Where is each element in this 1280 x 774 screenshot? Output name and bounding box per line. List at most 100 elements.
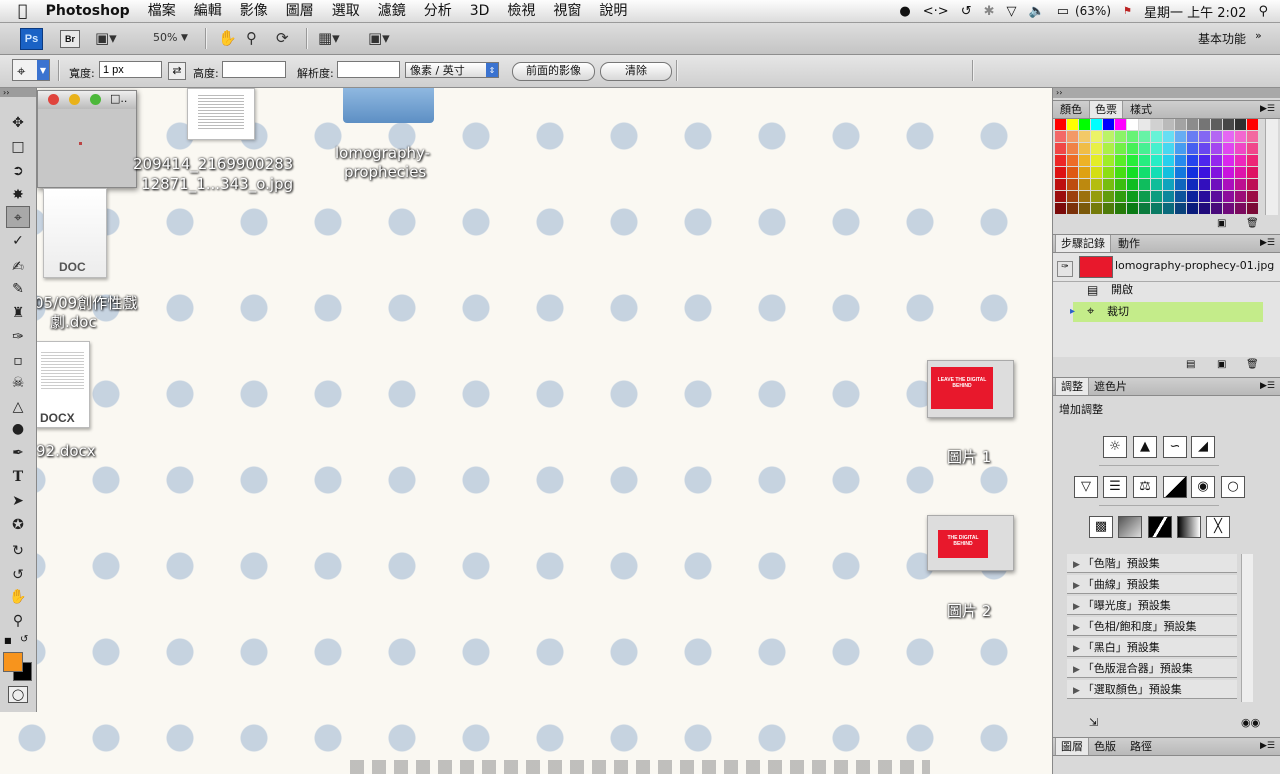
color-swatch[interactable] (1127, 191, 1138, 202)
input-flag-icon[interactable]: ⚑ (1117, 6, 1138, 17)
color-swatch[interactable] (1211, 179, 1222, 190)
color-swatch[interactable] (1187, 203, 1198, 214)
screen-mode-icon[interactable]: ▣▾ (95, 29, 117, 47)
color-swatch[interactable] (1235, 203, 1246, 214)
tab-paths[interactable]: 路徑 (1125, 738, 1157, 755)
color-swatch[interactable] (1235, 143, 1246, 154)
color-swatch[interactable] (1091, 179, 1102, 190)
preset-selective-color[interactable]: ▶ 「選取顏色」預設集 (1067, 680, 1237, 699)
color-swatch[interactable] (1115, 131, 1126, 142)
quick-mask-icon[interactable]: ◯ (8, 686, 28, 703)
color-swatch[interactable] (1091, 143, 1102, 154)
color-swatch[interactable] (1103, 131, 1114, 142)
wifi-icon[interactable]: ▽ (1001, 4, 1023, 19)
color-swatch[interactable] (1199, 179, 1210, 190)
menu-edit[interactable]: 編輯 (185, 0, 231, 22)
screenshot-label-2[interactable]: 圖片 2 (947, 600, 991, 621)
file-label-doc-line1[interactable]: 05/09創作性戲 (34, 292, 137, 313)
app-menu[interactable]: Photoshop (37, 0, 139, 22)
hand-tool-icon[interactable]: ✋ (218, 29, 237, 47)
color-swatch[interactable] (1151, 131, 1162, 142)
color-swatch[interactable] (1127, 203, 1138, 214)
arrange-documents-icon[interactable]: ▦▾ (318, 29, 340, 47)
preset-hue-saturation[interactable]: ▶ 「色相/飽和度」預設集 (1067, 617, 1237, 636)
channel-mixer-icon[interactable]: ○ (1221, 476, 1245, 498)
color-swatch[interactable] (1103, 143, 1114, 154)
history-brush-tool-icon[interactable]: ✑ (6, 326, 30, 348)
color-swatch[interactable] (1151, 143, 1162, 154)
levels-icon[interactable]: ▲ (1133, 436, 1157, 458)
3d-orbit-tool-icon[interactable]: ↺ (6, 564, 30, 586)
color-swatch[interactable] (1103, 203, 1114, 214)
screenshot-label-1[interactable]: 圖片 1 (947, 446, 991, 467)
history-brush-source-icon[interactable]: ✑ (1057, 261, 1073, 277)
photo-filter-icon[interactable]: ◉ (1191, 476, 1215, 498)
color-swatch[interactable] (1235, 191, 1246, 202)
tab-color[interactable]: 顏色 (1055, 101, 1087, 118)
color-swatch[interactable] (1091, 203, 1102, 214)
tab-masks[interactable]: 遮色片 (1089, 378, 1132, 395)
color-swatch[interactable] (1139, 179, 1150, 190)
color-swatch[interactable] (1235, 179, 1246, 190)
document-canvas[interactable] (38, 109, 136, 187)
color-swatch[interactable] (1067, 191, 1078, 202)
height-field[interactable] (222, 61, 286, 78)
file-label-jpg-line2[interactable]: 12871_1...343_o.jpg (141, 175, 293, 193)
presets-scrollbar[interactable] (1241, 554, 1253, 702)
tab-history[interactable]: 步驟記錄 (1055, 235, 1111, 252)
new-document-from-state-icon[interactable]: ▤ (1186, 359, 1195, 370)
zoom-tool-icon[interactable]: ⚲ (246, 29, 257, 47)
clip-layer-icon[interactable]: ◉◉ (1241, 716, 1260, 729)
default-colors-icon[interactable]: ■ (4, 636, 12, 645)
color-swatch[interactable] (1115, 191, 1126, 202)
color-swatch[interactable] (1091, 131, 1102, 142)
color-swatch[interactable] (1199, 143, 1210, 154)
apple-icon[interactable]:  (0, 0, 37, 22)
battery-percent[interactable]: (63%) (1075, 4, 1117, 18)
preset-black-white[interactable]: ▶ 「黑白」預設集 (1067, 638, 1237, 657)
color-swatch[interactable] (1235, 167, 1246, 178)
color-swatch[interactable] (1223, 131, 1234, 142)
eyedropper-tool-icon[interactable]: ✓ (6, 230, 30, 252)
bridge-button[interactable]: Br (60, 30, 80, 48)
menu-layer[interactable]: 圖層 (277, 0, 323, 22)
paint-bucket-tool-icon[interactable]: ☠ (6, 372, 30, 394)
color-swatch[interactable] (1163, 155, 1174, 166)
color-swatch[interactable] (1067, 167, 1078, 178)
close-icon[interactable] (48, 94, 59, 105)
color-swatch[interactable] (1187, 191, 1198, 202)
resolution-unit-select[interactable]: 像素 / 英寸 ⇕ (405, 62, 499, 78)
color-swatch[interactable] (1175, 167, 1186, 178)
color-swatch[interactable] (1079, 179, 1090, 190)
color-swatch[interactable] (1247, 191, 1258, 202)
color-swatch[interactable] (1163, 191, 1174, 202)
front-image-button[interactable]: 前面的影像 (512, 62, 595, 81)
color-swatch[interactable] (1151, 179, 1162, 190)
threshold-icon[interactable] (1148, 516, 1172, 538)
color-swatch[interactable] (1187, 167, 1198, 178)
menu-analysis[interactable]: 分析 (415, 0, 461, 22)
menu-clock[interactable]: 星期一 上午 2:02 (1138, 2, 1252, 21)
marquee-tool-icon[interactable]: □ (6, 136, 30, 158)
color-swatch[interactable] (1055, 203, 1066, 214)
panel-menu-icon[interactable]: ▶☰ (1260, 238, 1275, 248)
tab-actions[interactable]: 動作 (1113, 235, 1145, 252)
screenshot-thumbnail-2[interactable]: THE DIGITAL BEHIND (927, 515, 1014, 571)
color-swatch[interactable] (1103, 167, 1114, 178)
menu-file[interactable]: 檔案 (139, 0, 185, 22)
color-swatch[interactable] (1139, 119, 1150, 130)
minimize-icon[interactable] (69, 94, 80, 105)
color-swatch[interactable] (1139, 131, 1150, 142)
delete-swatch-icon[interactable]: 🗑 (1246, 218, 1259, 229)
color-swatch[interactable] (1199, 119, 1210, 130)
color-swatch[interactable] (1127, 119, 1138, 130)
dodge-tool-icon[interactable]: ● (6, 418, 30, 440)
color-swatch[interactable] (1151, 203, 1162, 214)
color-swatch[interactable] (1055, 119, 1066, 130)
screenshot-thumbnail-1[interactable]: LEAVE THE DIGITAL BEHIND (927, 360, 1014, 418)
zoom-tool-icon[interactable]: ⚲ (6, 610, 30, 632)
dock-collapse-icon[interactable]: ›› (1053, 88, 1280, 98)
color-swatch[interactable] (1211, 131, 1222, 142)
history-step-open[interactable]: ▤ 開啟 (1057, 280, 1265, 300)
color-swatch[interactable] (1247, 131, 1258, 142)
